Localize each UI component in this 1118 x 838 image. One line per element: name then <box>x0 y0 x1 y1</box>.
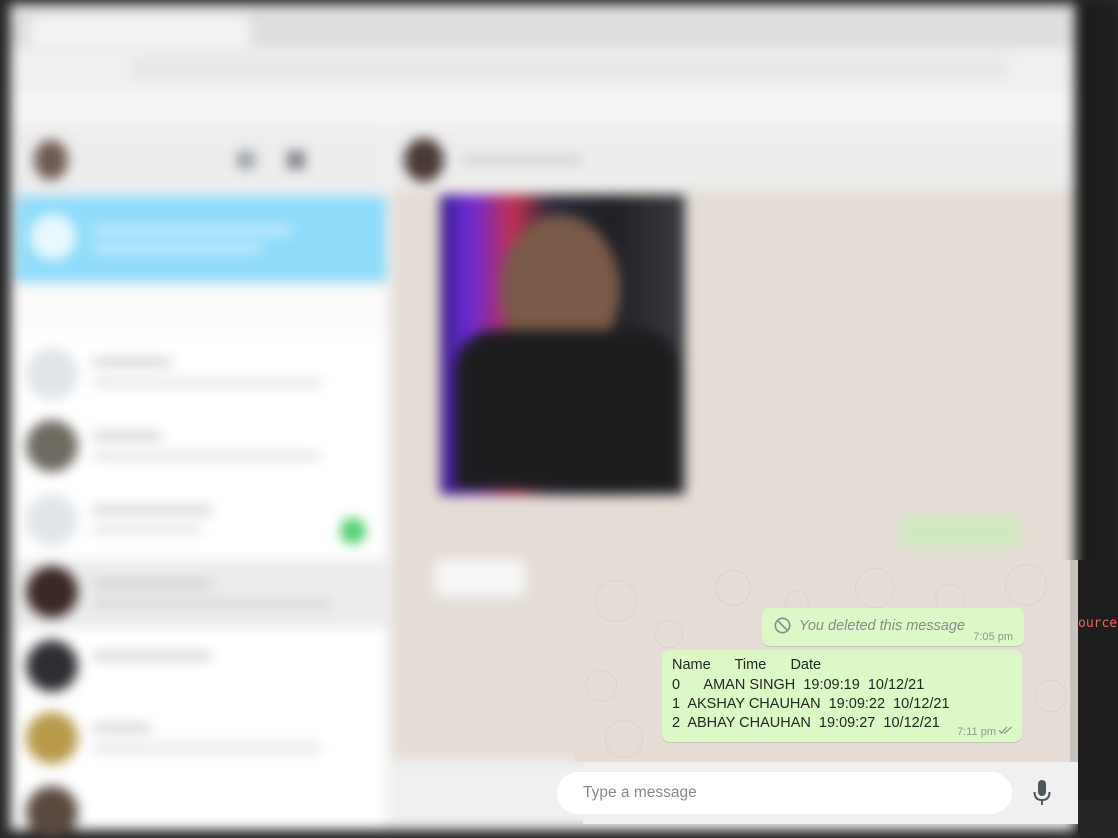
new-chat-icon <box>286 150 306 170</box>
deleted-message-text: You deleted this message <box>799 618 966 634</box>
chat-header-name <box>462 156 582 164</box>
outgoing-bubble <box>900 516 1020 548</box>
chat-avatar <box>26 348 78 400</box>
table-row: 0 AMAN SINGH 19:09:19 10/12/21 <box>672 677 925 693</box>
chat-list-line <box>92 452 322 460</box>
code-editor: ource <box>1078 560 1118 800</box>
table-row: 2 ABHAY CHAUHAN 19:09:27 10/12/21 <box>672 715 940 731</box>
chat-avatar <box>26 640 78 692</box>
profile-avatar <box>34 140 68 180</box>
chat-list-line <box>92 600 332 608</box>
chat-header-avatar <box>404 138 444 182</box>
wallpaper-doodle <box>855 568 895 608</box>
wallpaper-doodle <box>715 570 751 606</box>
ban-icon <box>774 617 791 634</box>
double-check-icon <box>998 726 1013 734</box>
message-input[interactable] <box>557 772 1012 814</box>
editor-status-area <box>1078 800 1118 835</box>
attendance-message-bubble[interactable]: Name Time Date 0 AMAN SINGH 19:09:19 10/… <box>662 650 1022 742</box>
chat-list-line <box>92 378 322 386</box>
incoming-bubble <box>435 560 525 596</box>
deleted-message-bubble[interactable]: You deleted this message 7:05 pm <box>762 608 1024 646</box>
microphone-icon[interactable] <box>1030 778 1054 808</box>
wallpaper-doodle <box>605 720 643 758</box>
wallpaper-doodle <box>595 580 637 622</box>
browser-tab <box>30 16 250 46</box>
address-bar <box>130 56 1010 80</box>
chat-list-line <box>92 580 212 588</box>
message-time: 7:11 pm <box>957 726 996 738</box>
banner-line <box>92 244 262 252</box>
bookmarks-bar <box>10 92 1075 122</box>
chat-list-line <box>92 744 322 752</box>
chat-list-line <box>92 432 162 440</box>
unread-badge <box>340 518 366 544</box>
chat-search <box>16 286 386 334</box>
chat-scrollbar[interactable] <box>1070 560 1078 762</box>
notification-icon <box>30 214 76 260</box>
chat-list-line <box>92 526 202 534</box>
chat-avatar <box>26 494 78 546</box>
message-time: 7:05 pm <box>973 631 1013 643</box>
table-header-row: Name Time Date <box>672 657 822 673</box>
chat-avatar <box>26 566 78 618</box>
table-row: 1 AKSHAY CHAUHAN 19:09:22 10/12/21 <box>672 696 950 712</box>
banner-line <box>92 226 292 234</box>
chat-avatar <box>26 786 78 838</box>
wallpaper-doodle <box>1005 564 1047 606</box>
editor-code-text: ource <box>1078 616 1118 631</box>
wallpaper-doodle <box>655 620 683 648</box>
chat-list-line <box>92 724 152 732</box>
sidebar-header <box>16 132 386 190</box>
chat-list-line <box>92 506 212 514</box>
chat-avatar <box>26 420 78 472</box>
status-icon <box>236 150 256 170</box>
chat-list-line <box>92 652 212 660</box>
wallpaper-doodle <box>585 670 617 702</box>
photo-body <box>455 330 680 490</box>
chat-list-line <box>92 358 172 366</box>
chat-avatar <box>26 712 78 764</box>
wallpaper-doodle <box>1035 680 1067 712</box>
